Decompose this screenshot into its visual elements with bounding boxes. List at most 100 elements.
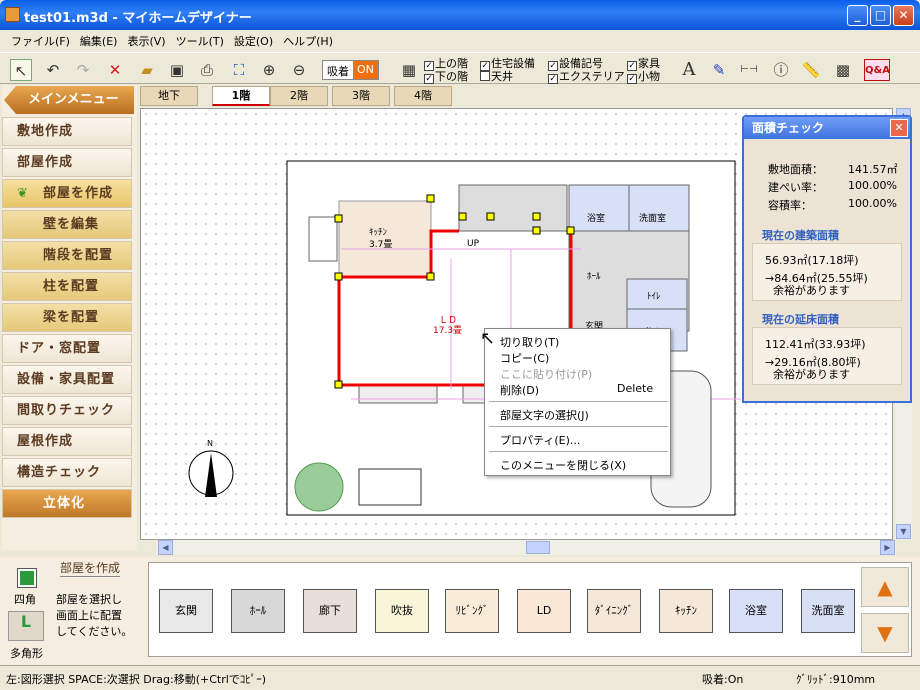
room-tile-hall[interactable]: ﾎｰﾙ	[231, 589, 285, 633]
sidebar-item-doors[interactable]: ドア・窓配置	[2, 334, 132, 363]
tab-floor-2[interactable]: 2階	[270, 86, 328, 106]
close-button[interactable]: ✕	[893, 5, 914, 26]
info-icon[interactable]: ⓘ	[770, 59, 792, 81]
ctx-properties[interactable]: プロパティ(E)...	[500, 432, 580, 448]
grid-icon[interactable]: ▦	[398, 59, 420, 81]
text-tool-icon[interactable]: A	[678, 59, 700, 81]
room-tile-living[interactable]: ﾘﾋﾞﾝｸﾞ	[445, 589, 499, 633]
tab-basement[interactable]: 地下	[140, 86, 198, 106]
mode-desc-3: してください。	[56, 625, 133, 638]
room-label-washroom: 洗面室	[639, 214, 667, 224]
zoom-out-icon[interactable]: ⊖	[288, 59, 310, 81]
sidebar-item-columns[interactable]: 柱を配置	[2, 272, 132, 301]
polygon-shape-icon[interactable]: L	[8, 611, 44, 641]
select-pointer-icon[interactable]: ↖	[10, 59, 32, 81]
check-small-items[interactable]: ✓ 小物	[627, 68, 660, 84]
minimize-button[interactable]: _	[847, 5, 868, 26]
coverage-value: 100.00%	[848, 179, 897, 192]
window-title: test01.m3d - マイホームデザイナー	[24, 11, 252, 26]
pen-icon[interactable]: ✎	[708, 59, 730, 81]
room-tile-dining[interactable]: ﾀﾞｲﾆﾝｸﾞ	[587, 589, 641, 633]
room-tile-ld[interactable]: LD	[517, 589, 571, 633]
tab-floor-1[interactable]: 1階	[212, 86, 270, 106]
room-tile-atrium[interactable]: 吹抜	[375, 589, 429, 633]
status-help: 左:図形選択 SPACE:次選択 Drag:移動(+Ctrlでｺﾋﾟｰ)	[6, 673, 267, 686]
sidebar-item-beams[interactable]: 梁を配置	[2, 303, 132, 332]
scroll-thumb[interactable]	[526, 541, 550, 554]
ctx-delete[interactable]: 削除(D)	[500, 382, 539, 398]
snap-toggle[interactable]: 吸着 ON	[322, 60, 379, 80]
room-palette: 玄関 ﾎｰﾙ 廊下 吹抜 ﾘﾋﾞﾝｸﾞ LD ﾀﾞｲﾆﾝｸﾞ ｷｯﾁﾝ 浴室 洗…	[148, 562, 912, 657]
sidebar-item-roof[interactable]: 屋根作成	[2, 427, 132, 456]
ctx-paste: ここに貼り付け(P)	[500, 368, 593, 381]
camera-icon[interactable]: ▩	[832, 59, 854, 81]
ctx-separator	[489, 451, 668, 452]
status-bar: 左:図形選択 SPACE:次選択 Drag:移動(+Ctrlでｺﾋﾟｰ) 吸着:…	[0, 665, 920, 690]
sidebar-item-room[interactable]: 部屋作成	[2, 148, 132, 177]
mode-title: 部屋を作成	[60, 561, 121, 577]
title-bar[interactable]: test01.m3d - マイホームデザイナー _ □ ✕	[0, 0, 920, 30]
menu-view[interactable]: 表示(V)	[122, 30, 170, 50]
scroll-left-icon[interactable]: ◀	[158, 540, 173, 555]
square-shape-icon[interactable]	[17, 568, 37, 588]
scroll-right-icon[interactable]: ▶	[880, 540, 895, 555]
menu-settings[interactable]: 設定(O)	[229, 30, 278, 50]
building-area-box: 56.93㎡(17.18坪) →84.64㎡(25.55坪) 余裕があります	[752, 243, 902, 301]
room-tile-bath[interactable]: 浴室	[729, 589, 783, 633]
menu-file[interactable]: ファイル(F)	[6, 30, 75, 50]
save-icon[interactable]: ▣	[166, 59, 188, 81]
redo-icon[interactable]: ↷	[72, 59, 94, 81]
ruler-icon[interactable]: 📏	[800, 59, 822, 81]
sidebar-item-stairs[interactable]: 階段を配置	[2, 241, 132, 270]
sidebar-item-site[interactable]: 敷地作成	[2, 117, 132, 146]
check-lower-floor[interactable]: ✓ 下の階	[424, 68, 468, 84]
building-area-title: 現在の建築面積	[762, 229, 839, 242]
menu-tools[interactable]: ツール(T)	[171, 30, 229, 50]
room-label-hall: ﾎｰﾙ	[587, 272, 601, 282]
dimension-icon[interactable]: ⊢⊣	[738, 59, 760, 81]
palette-down-icon[interactable]: ▼	[861, 613, 909, 653]
ctx-cut[interactable]: 切り取り(T)	[500, 334, 559, 350]
sidebar-item-structure-check[interactable]: 構造チェック	[2, 458, 132, 487]
qa-button[interactable]: Q&A	[864, 59, 890, 81]
fit-view-icon[interactable]: ⛶	[228, 59, 250, 81]
sidebar-item-3d[interactable]: 立体化	[2, 489, 132, 518]
floor-area-box: 112.41㎡(33.93坪) →29.16㎡(8.80坪) 余裕があります	[752, 327, 902, 385]
check-exterior[interactable]: ✓ エクステリア	[548, 68, 625, 84]
main-menu-button[interactable]: メインメニュー	[4, 86, 134, 114]
square-shape-label: 四角	[14, 593, 36, 606]
tab-floor-3[interactable]: 3階	[332, 86, 390, 106]
floor-area-value: 112.41㎡(33.93坪)	[765, 338, 866, 351]
sidebar-item-layout-check[interactable]: 間取りチェック	[2, 396, 132, 425]
maximize-button[interactable]: □	[870, 5, 891, 26]
undo-icon[interactable]: ↶	[42, 59, 64, 81]
room-tile-corridor[interactable]: 廊下	[303, 589, 357, 633]
menu-help[interactable]: ヘルプ(H)	[278, 30, 338, 50]
palette-up-icon[interactable]: ▲	[861, 567, 909, 607]
tab-floor-4[interactable]: 4階	[394, 86, 452, 106]
site-area-label: 敷地面積：	[768, 163, 823, 176]
horizontal-scrollbar[interactable]: ◀ ▶	[156, 540, 896, 555]
room-label-bath: 浴室	[587, 214, 606, 224]
polygon-shape-label: 多角形	[10, 647, 43, 660]
scroll-down-icon[interactable]: ▼	[896, 524, 911, 539]
sidebar-item-create-room[interactable]: ❦ 部屋を作成	[2, 179, 132, 208]
delete-icon[interactable]: ✕	[104, 59, 126, 81]
area-panel-close-icon[interactable]: ✕	[890, 119, 908, 137]
zoom-in-icon[interactable]: ⊕	[258, 59, 280, 81]
ctx-copy[interactable]: コピー(C)	[500, 350, 549, 366]
check-ceiling[interactable]: 天井	[480, 68, 513, 84]
room-tile-washroom[interactable]: 洗面室	[801, 589, 855, 633]
room-size-ld: 17.3畳	[433, 326, 463, 336]
menu-edit[interactable]: 編集(E)	[75, 30, 123, 50]
sidebar-item-edit-wall[interactable]: 壁を編集	[2, 210, 132, 239]
site-area-value: 141.57㎡	[848, 163, 898, 176]
print-icon[interactable]: ⎙	[196, 59, 218, 81]
room-tile-entrance[interactable]: 玄関	[159, 589, 213, 633]
ctx-close-menu[interactable]: このメニューを閉じる(X)	[500, 457, 626, 473]
ctx-select-text[interactable]: 部屋文字の選択(J)	[500, 407, 589, 423]
open-folder-icon[interactable]: ▰	[136, 59, 158, 81]
snap-label: 吸着	[327, 65, 349, 78]
sidebar-item-equipment[interactable]: 設備・家具配置	[2, 365, 132, 394]
room-tile-kitchen[interactable]: ｷｯﾁﾝ	[659, 589, 713, 633]
